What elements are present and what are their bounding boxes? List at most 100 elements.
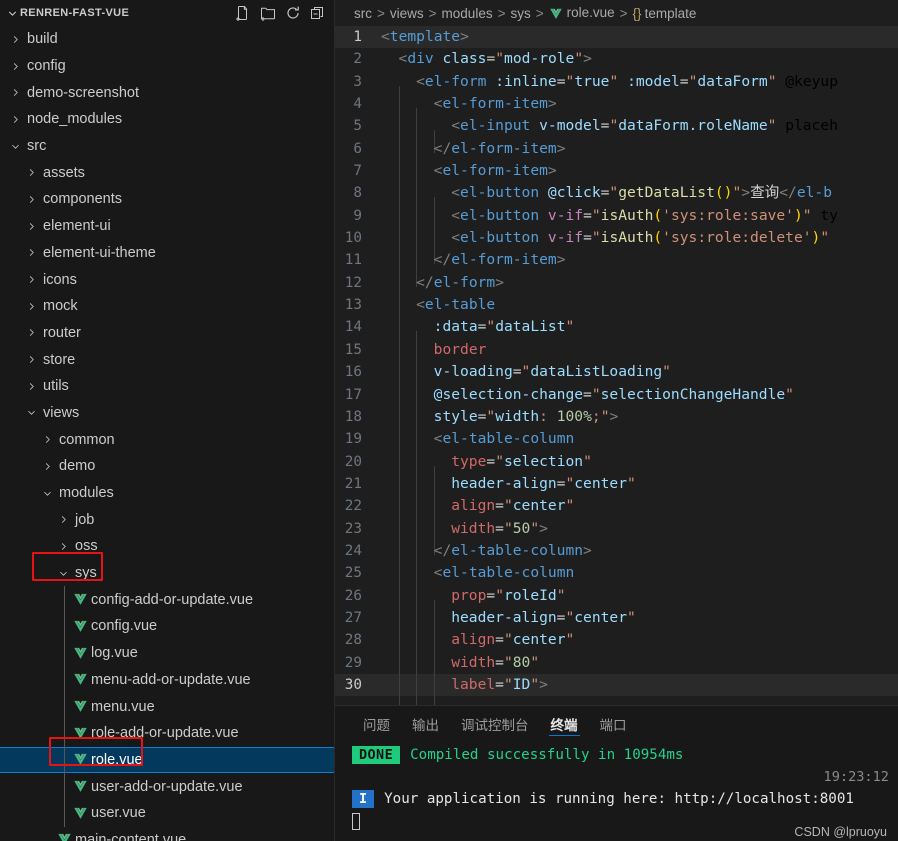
tree-item-element-ui[interactable]: element-ui	[0, 213, 334, 240]
chevron-right-icon[interactable]	[56, 514, 70, 525]
tree-item-mock[interactable]: mock	[0, 293, 334, 320]
code-editor[interactable]: 1 <template> 2 <div class="mod-role"> 3 <el-f…	[335, 26, 898, 705]
tree-item-main-content-vue[interactable]: main-content.vue	[0, 827, 334, 841]
tree-item-menu-add-or-update-vue[interactable]: menu-add-or-update.vue	[0, 667, 334, 694]
code-line[interactable]: 21 header-align="center"	[335, 473, 898, 511]
code-line[interactable]: 15 border	[335, 339, 898, 377]
code-line[interactable]: 16 v-loading="dataListLoading"	[335, 361, 898, 399]
breadcrumb-item-role-vue[interactable]: role.vue	[549, 5, 615, 20]
chevron-right-icon[interactable]	[24, 381, 38, 392]
tree-item-build[interactable]: build	[0, 26, 334, 53]
panel-tab-2[interactable]: 调试控制台	[450, 706, 540, 741]
code-line[interactable]: 4 <el-form-item>	[335, 93, 898, 131]
tree-item-utils[interactable]: utils	[0, 373, 334, 400]
breadcrumb[interactable]: src > views > modules > sys > role.vue >{} templat…	[335, 0, 898, 26]
code-line[interactable]: 19 <el-table-column	[335, 428, 898, 466]
code-line[interactable]: 24 </el-table-column>	[335, 540, 898, 578]
file-tree[interactable]: build config demo-screenshot node_modules sr…	[0, 26, 334, 841]
new-file-icon[interactable]	[235, 5, 251, 21]
tree-item-menu-vue[interactable]: menu.vue	[0, 693, 334, 720]
tree-item-log-vue[interactable]: log.vue	[0, 640, 334, 667]
code-line[interactable]: 13 <el-table	[335, 294, 898, 332]
tree-item-sys[interactable]: sys	[0, 560, 334, 587]
code-line[interactable]: 30 label="ID">	[335, 673, 898, 705]
chevron-right-icon[interactable]	[24, 194, 38, 205]
tree-item-src[interactable]: src	[0, 133, 334, 160]
panel-tab-1[interactable]: 输出	[401, 706, 450, 741]
chevron-right-icon[interactable]	[24, 247, 38, 258]
chevron-right-icon[interactable]	[24, 221, 38, 232]
code-line[interactable]: 27 header-align="center"	[335, 607, 898, 645]
code-line[interactable]: 22 align="center"	[335, 495, 898, 533]
chevron-right-icon[interactable]	[56, 541, 70, 552]
tree-item-role-add-or-update-vue[interactable]: role-add-or-update.vue	[0, 720, 334, 747]
refresh-icon[interactable]	[285, 5, 301, 21]
tree-item-components[interactable]: components	[0, 186, 334, 213]
chevron-down-icon[interactable]	[24, 407, 38, 418]
code-line[interactable]: 1 <template>	[335, 26, 898, 49]
tree-item-demo[interactable]: demo	[0, 453, 334, 480]
panel-tab-0[interactable]: 问题	[352, 706, 401, 741]
chevron-down-icon[interactable]	[8, 141, 22, 152]
new-folder-icon[interactable]	[260, 5, 276, 21]
terminal-output[interactable]: DONE Compiled successfully in 10954ms 19…	[335, 741, 898, 841]
tree-item-user-vue[interactable]: user.vue	[0, 800, 334, 827]
tree-item-router[interactable]: router	[0, 320, 334, 347]
tree-item-config-add-or-update-vue[interactable]: config-add-or-update.vue	[0, 586, 334, 613]
chevron-right-icon[interactable]	[24, 301, 38, 312]
collapse-all-icon[interactable]	[310, 5, 326, 21]
tree-item-store[interactable]: store	[0, 346, 334, 373]
tree-item-oss[interactable]: oss	[0, 533, 334, 560]
breadcrumb-item-sys[interactable]: sys	[510, 6, 530, 21]
tree-item-modules[interactable]: modules	[0, 480, 334, 507]
code-line[interactable]: 9 <el-button v-if="isAuth('sys:role:save'…	[335, 205, 898, 243]
code-line[interactable]: 2 <div class="mod-role">	[335, 48, 898, 70]
tree-item-user-add-or-update-vue[interactable]: user-add-or-update.vue	[0, 773, 334, 800]
panel-tab-3[interactable]: 终端	[540, 706, 589, 741]
tree-item-common[interactable]: common	[0, 426, 334, 453]
code-line[interactable]: 14:data="dataList"	[335, 316, 898, 354]
chevron-right-icon[interactable]	[8, 87, 22, 98]
chevron-down-icon[interactable]	[4, 7, 20, 20]
code-line[interactable]: 20 type="selection"	[335, 451, 898, 488]
panel-tab-4[interactable]: 端口	[589, 706, 638, 741]
code-line[interactable]: 28 align="center"	[335, 629, 898, 667]
breadcrumb-item-src[interactable]: src	[354, 6, 372, 21]
chevron-right-icon[interactable]	[24, 354, 38, 365]
tree-item-demo-screenshot[interactable]: demo-screenshot	[0, 79, 334, 106]
code-line[interactable]: 7 <el-form-item>	[335, 160, 898, 198]
chevron-right-icon[interactable]	[24, 274, 38, 285]
tree-item-views[interactable]: views	[0, 400, 334, 427]
code-line[interactable]: 17 @selection-change="selectionChangeHand…	[335, 384, 898, 421]
tree-item-config[interactable]: config	[0, 53, 334, 80]
code-line[interactable]: 12 </el-form>	[335, 272, 898, 310]
chevron-right-icon[interactable]	[24, 327, 38, 338]
chevron-down-icon[interactable]	[40, 488, 54, 499]
panel-tab-bar[interactable]: 问题 输出 调试控制台 终端 端口	[335, 706, 898, 741]
breadcrumb-item-template[interactable]: {} template	[633, 6, 697, 21]
code-line[interactable]: 29 width="80"	[335, 652, 898, 689]
code-line[interactable]: 18 style="width: 100%;">	[335, 406, 898, 444]
tree-item-icons[interactable]: icons	[0, 266, 334, 293]
code-line[interactable]: 6 </el-form-item>	[335, 138, 898, 176]
tree-item-role-vue[interactable]: role.vue	[0, 746, 334, 774]
code-line[interactable]: 23 width="50">	[335, 518, 898, 555]
code-line[interactable]: 26 prop="roleId"	[335, 585, 898, 622]
code-line[interactable]: 5 <el-input v-model="dataForm.roleName" p…	[335, 115, 898, 153]
code-line[interactable]: 10 <el-button v-if="isAuth('sys:role:dele…	[335, 227, 898, 265]
chevron-down-icon[interactable]	[56, 568, 70, 579]
chevron-right-icon[interactable]	[8, 61, 22, 72]
chevron-right-icon[interactable]	[8, 114, 22, 125]
breadcrumb-item-modules[interactable]: modules	[442, 6, 493, 21]
chevron-right-icon[interactable]	[24, 167, 38, 178]
chevron-right-icon[interactable]	[8, 34, 22, 45]
code-line[interactable]: 25 <el-table-column	[335, 562, 898, 600]
tree-item-job[interactable]: job	[0, 506, 334, 533]
breadcrumb-item-views[interactable]: views	[390, 6, 424, 21]
chevron-right-icon[interactable]	[40, 461, 54, 472]
code-line[interactable]: 8 <el-button @click="getDataList()">查询</e…	[335, 182, 898, 220]
tree-item-config-vue[interactable]: config.vue	[0, 613, 334, 640]
code-line[interactable]: 11 </el-form-item>	[335, 249, 898, 287]
chevron-right-icon[interactable]	[40, 434, 54, 445]
tree-item-assets[interactable]: assets	[0, 159, 334, 186]
